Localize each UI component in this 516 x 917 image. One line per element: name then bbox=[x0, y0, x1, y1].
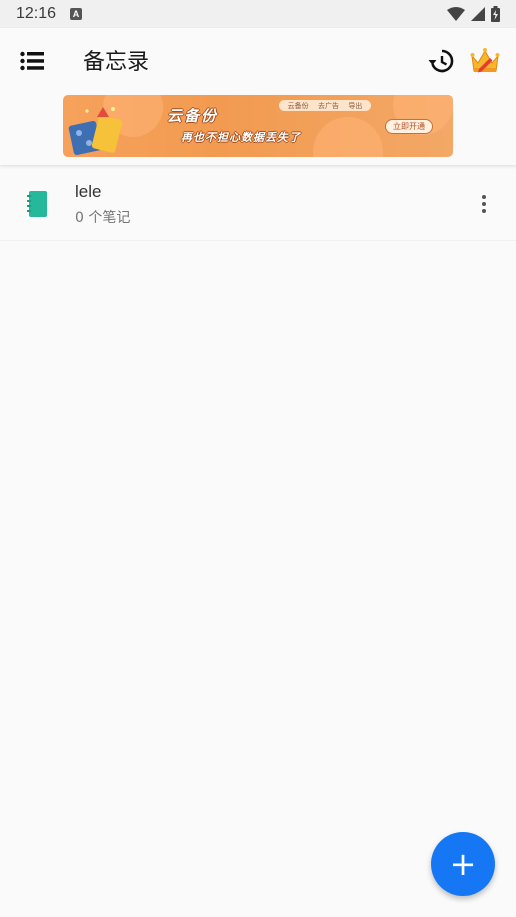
notification-a-icon: A bbox=[70, 8, 83, 20]
notebook-list: lele 0 个笔记 bbox=[0, 166, 516, 241]
battery-charging-icon bbox=[491, 6, 500, 22]
status-bar: 12:16 A bbox=[0, 0, 516, 28]
wifi-icon bbox=[447, 7, 465, 21]
notebook-name: lele bbox=[75, 182, 102, 201]
notebook-icon bbox=[27, 191, 47, 217]
more-vert-icon[interactable] bbox=[470, 190, 498, 218]
banner-tag: 云备份 bbox=[287, 101, 309, 110]
status-icons bbox=[447, 6, 500, 22]
banner-subtitle: 再也不担心数据丢失了 bbox=[181, 131, 301, 144]
gift-icon bbox=[68, 107, 123, 156]
status-time: 12:16 bbox=[16, 5, 57, 22]
vip-crown-icon[interactable] bbox=[469, 45, 501, 77]
banner-decoration bbox=[313, 117, 383, 157]
menu-list-icon[interactable] bbox=[18, 48, 46, 74]
page-title: 备忘录 bbox=[83, 50, 150, 75]
notebook-note-count: 0 个笔记 bbox=[75, 210, 131, 226]
list-item[interactable]: lele 0 个笔记 bbox=[0, 166, 516, 241]
banner-tag: 去广告 bbox=[317, 101, 339, 110]
app-bar: 备忘录 云备份 去广告 导出 云备份 再也不担心数据丢失了 立即开通 bbox=[0, 28, 516, 166]
add-note-button[interactable]: + bbox=[431, 832, 495, 896]
banner-cta-button[interactable]: 立即开通 bbox=[385, 119, 433, 134]
signal-icon bbox=[471, 7, 485, 21]
history-icon[interactable] bbox=[427, 47, 455, 75]
banner-tag: 导出 bbox=[348, 101, 363, 110]
banner-feature-tags: 云备份 去广告 导出 bbox=[279, 100, 371, 111]
cloud-backup-banner[interactable]: 云备份 去广告 导出 云备份 再也不担心数据丢失了 立即开通 bbox=[63, 95, 453, 157]
banner-title: 云备份 bbox=[167, 107, 219, 125]
